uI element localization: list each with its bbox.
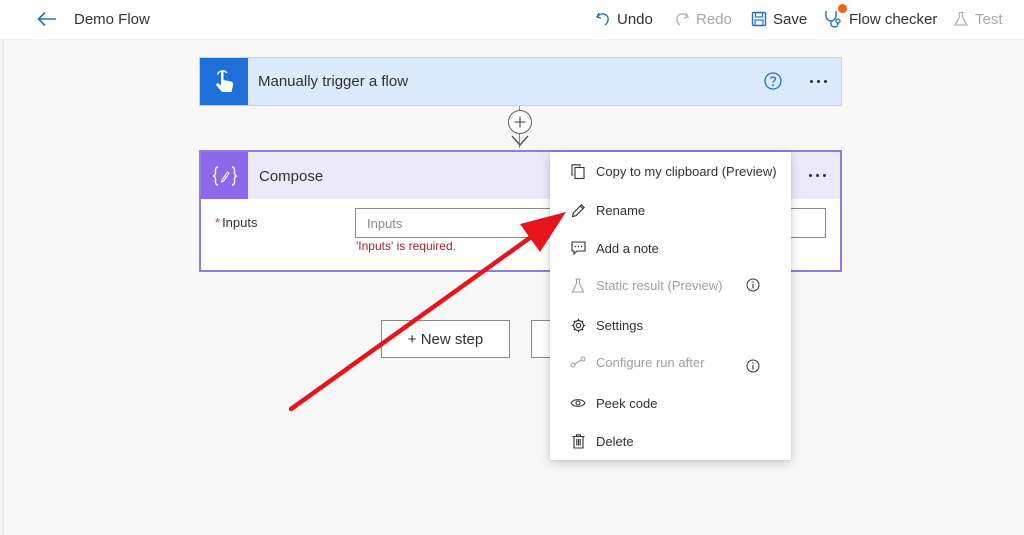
- save-button[interactable]: Save: [751, 8, 807, 30]
- menu-item-label: Static result (Preview): [596, 278, 723, 293]
- ellipsis-dot: [816, 79, 820, 83]
- connector-arrow-icon: [511, 135, 529, 147]
- menu-item-delete[interactable]: Delete: [550, 426, 791, 456]
- flow-checker-label: Flow checker: [849, 10, 938, 28]
- trigger-card[interactable]: Manually trigger a flow: [199, 57, 842, 106]
- back-arrow-icon: [37, 11, 56, 27]
- undo-label: Undo: [617, 10, 653, 28]
- menu-item-add-note[interactable]: Add a note: [550, 233, 791, 263]
- hand-touch-icon: [200, 58, 248, 105]
- undo-icon: [595, 12, 609, 26]
- compose-title: Compose: [259, 168, 324, 185]
- new-step-button[interactable]: + New step: [381, 320, 510, 358]
- notification-dot: [838, 4, 847, 13]
- back-button[interactable]: [36, 8, 58, 30]
- test-label: Test: [975, 10, 1003, 28]
- gear-icon: [570, 317, 586, 333]
- insert-step-button[interactable]: [508, 110, 532, 134]
- help-icon[interactable]: [763, 71, 783, 91]
- menu-item-label: Settings: [596, 318, 643, 333]
- stethoscope-icon: [823, 4, 847, 29]
- trigger-more-options-button[interactable]: [803, 71, 833, 91]
- save-icon: [751, 11, 767, 27]
- flask-icon: [953, 11, 969, 26]
- menu-item-label: Peek code: [596, 396, 658, 411]
- required-mark: *: [215, 215, 221, 230]
- trigger-title: Manually trigger a flow: [258, 73, 409, 90]
- flow-title: Demo Flow: [74, 11, 150, 28]
- menu-item-settings[interactable]: Settings: [550, 310, 791, 340]
- copy-icon: [570, 163, 586, 179]
- compose-braces-icon: [201, 152, 248, 199]
- compose-more-options-button[interactable]: [802, 165, 832, 185]
- trash-icon: [570, 433, 586, 449]
- flow-checker-button[interactable]: Flow checker: [823, 4, 938, 30]
- plus-icon: [514, 116, 526, 128]
- undo-button[interactable]: Undo: [595, 8, 653, 30]
- ellipsis-dot: [822, 173, 826, 177]
- menu-item-label: Delete: [596, 434, 634, 449]
- menu-item-label: Add a note: [596, 241, 659, 256]
- save-label: Save: [773, 10, 808, 28]
- redo-icon: [676, 12, 690, 26]
- info-icon[interactable]: [746, 278, 760, 292]
- test-button[interactable]: Test: [953, 8, 1003, 30]
- redo-button[interactable]: Redo: [674, 8, 732, 30]
- menu-item-configure-run-after[interactable]: Configure run after: [550, 347, 791, 377]
- info-icon[interactable]: [746, 359, 760, 373]
- menu-item-peek-code[interactable]: Peek code: [550, 388, 791, 418]
- inputs-label: * Inputs: [215, 215, 257, 230]
- ellipsis-dot: [823, 79, 827, 83]
- menu-item-static-result[interactable]: Static result (Preview): [550, 270, 791, 300]
- menu-item-copy-to-clipboard[interactable]: Copy to my clipboard (Preview): [550, 156, 791, 186]
- pencil-icon: [570, 202, 586, 218]
- ellipsis-dot: [809, 79, 813, 83]
- top-bar: Demo Flow Undo Redo Save Flow checker Te…: [0, 0, 1024, 40]
- ellipsis-dot: [808, 173, 812, 177]
- ellipsis-dot: [815, 173, 819, 177]
- menu-item-label: Copy to my clipboard (Preview): [596, 164, 777, 179]
- comment-icon: [570, 240, 586, 256]
- flask-icon: [570, 277, 586, 293]
- inputs-error-message: 'Inputs' is required.: [356, 239, 456, 253]
- eye-icon: [570, 395, 586, 411]
- context-menu: Copy to my clipboard (Preview) Rename Ad…: [550, 152, 791, 460]
- inputs-label-text: Inputs: [222, 215, 258, 230]
- canvas-left-edge: [0, 40, 4, 535]
- menu-item-rename[interactable]: Rename: [550, 195, 791, 225]
- menu-item-label: Rename: [596, 203, 646, 218]
- redo-label: Redo: [696, 10, 732, 28]
- menu-item-label: Configure run after: [596, 355, 705, 370]
- run-after-icon: [570, 354, 586, 370]
